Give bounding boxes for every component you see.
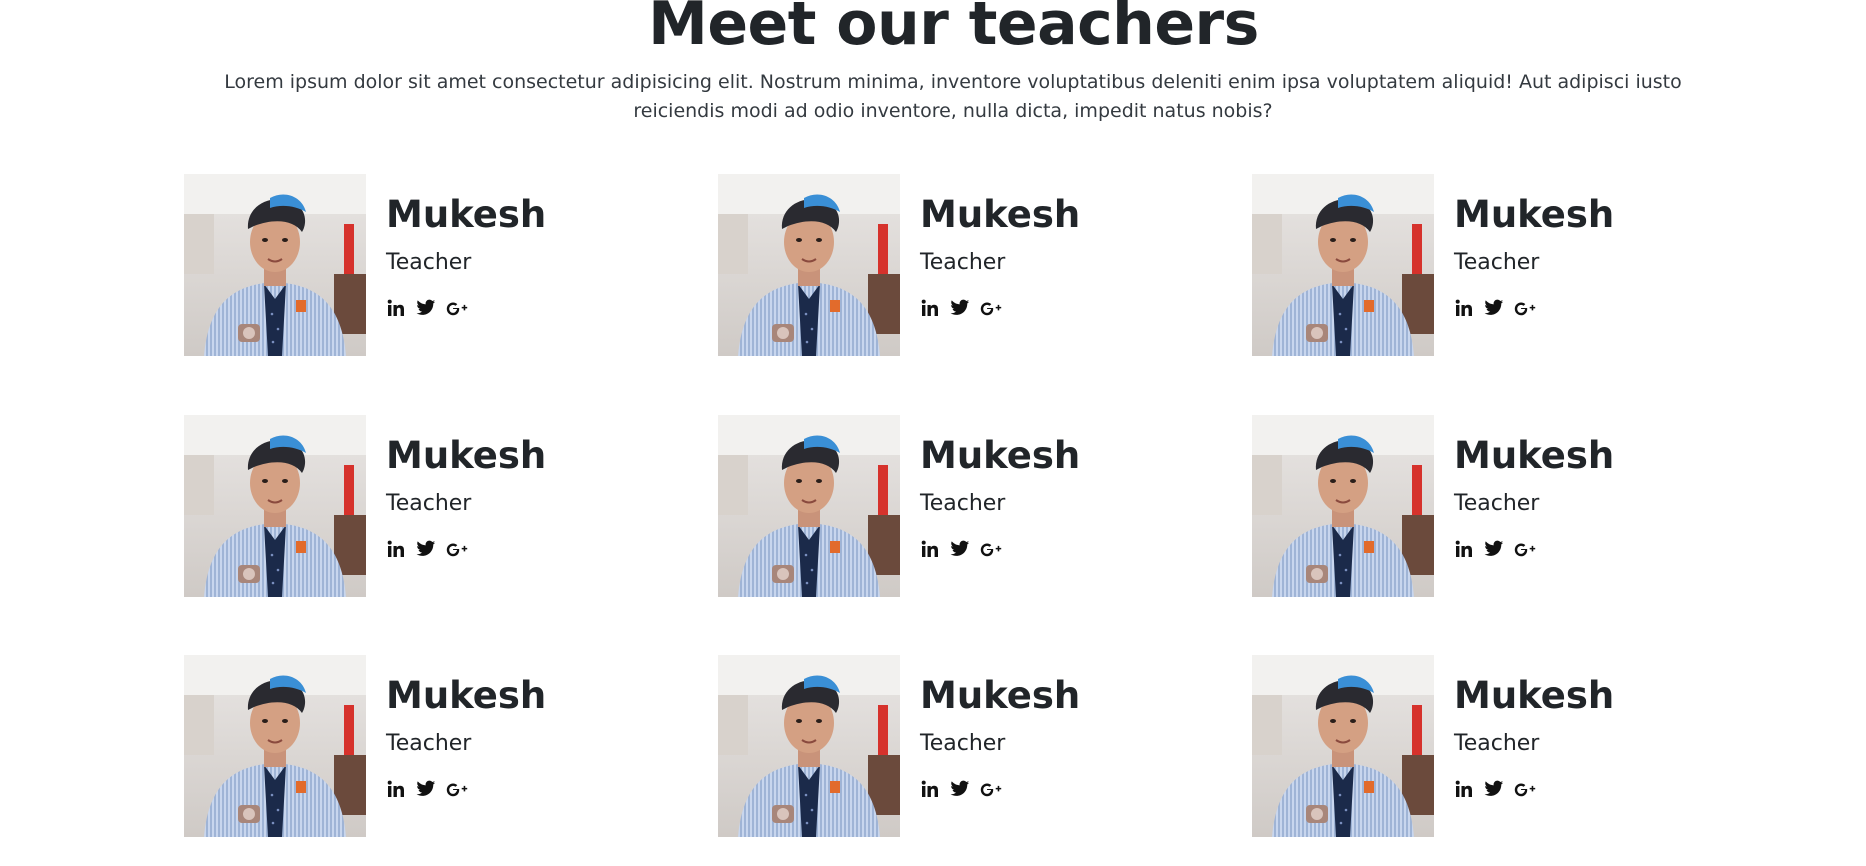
teacher-photo	[1252, 174, 1434, 356]
linkedin-icon[interactable]	[920, 297, 940, 319]
linkedin-icon[interactable]	[386, 778, 406, 800]
twitter-icon[interactable]	[1484, 297, 1504, 319]
twitter-icon[interactable]	[1484, 778, 1504, 800]
teacher-card: Mukesh Teacher	[184, 415, 704, 597]
google-plus-icon[interactable]	[980, 297, 1002, 319]
linkedin-icon[interactable]	[386, 297, 406, 319]
teacher-photo	[1252, 655, 1434, 837]
google-plus-icon[interactable]	[446, 778, 468, 800]
teacher-card: Mukesh Teacher	[184, 655, 704, 837]
twitter-icon[interactable]	[1484, 538, 1504, 560]
teacher-card: Mukesh Teacher	[1252, 655, 1772, 837]
teacher-photo	[718, 415, 900, 597]
teacher-name: Mukesh	[1454, 434, 1615, 477]
social-links	[1454, 537, 1536, 561]
social-links	[386, 777, 468, 801]
social-links	[386, 537, 468, 561]
google-plus-icon[interactable]	[1514, 538, 1536, 560]
social-links	[920, 537, 1002, 561]
teacher-role: Teacher	[1454, 250, 1540, 275]
teacher-name: Mukesh	[920, 193, 1081, 236]
social-links	[1454, 296, 1536, 320]
teacher-photo	[718, 174, 900, 356]
linkedin-icon[interactable]	[1454, 538, 1474, 560]
teacher-card: Mukesh Teacher	[1252, 415, 1772, 597]
twitter-icon[interactable]	[416, 297, 436, 319]
teacher-photo	[184, 415, 366, 597]
teacher-role: Teacher	[386, 731, 472, 756]
linkedin-icon[interactable]	[920, 538, 940, 560]
teacher-role: Teacher	[920, 491, 1006, 516]
teacher-card: Mukesh Teacher	[718, 655, 1238, 837]
twitter-icon[interactable]	[416, 538, 436, 560]
google-plus-icon[interactable]	[446, 297, 468, 319]
linkedin-icon[interactable]	[1454, 778, 1474, 800]
teacher-role: Teacher	[386, 250, 472, 275]
linkedin-icon[interactable]	[920, 778, 940, 800]
teacher-photo	[184, 174, 366, 356]
google-plus-icon[interactable]	[1514, 778, 1536, 800]
teacher-name: Mukesh	[386, 193, 547, 236]
social-links	[920, 296, 1002, 320]
teachers-section: Meet our teachers Lorem ipsum dolor sit …	[0, 0, 1866, 866]
teacher-photo	[718, 655, 900, 837]
linkedin-icon[interactable]	[386, 538, 406, 560]
teacher-name: Mukesh	[1454, 193, 1615, 236]
google-plus-icon[interactable]	[1514, 297, 1536, 319]
teacher-role: Teacher	[920, 731, 1006, 756]
teacher-photo	[184, 655, 366, 837]
social-links	[920, 777, 1002, 801]
google-plus-icon[interactable]	[446, 538, 468, 560]
teacher-role: Teacher	[920, 250, 1006, 275]
teacher-card: Mukesh Teacher	[184, 174, 704, 356]
teacher-role: Teacher	[386, 491, 472, 516]
teacher-role: Teacher	[1454, 731, 1540, 756]
google-plus-icon[interactable]	[980, 538, 1002, 560]
twitter-icon[interactable]	[950, 538, 970, 560]
twitter-icon[interactable]	[950, 297, 970, 319]
teacher-role: Teacher	[1454, 491, 1540, 516]
teacher-name: Mukesh	[1454, 674, 1615, 717]
teacher-card: Mukesh Teacher	[718, 415, 1238, 597]
social-links	[386, 296, 468, 320]
teacher-name: Mukesh	[920, 674, 1081, 717]
teachers-grid: Mukesh Teacher Mukesh Teacher Mukesh Tea…	[0, 0, 1866, 866]
twitter-icon[interactable]	[416, 778, 436, 800]
linkedin-icon[interactable]	[1454, 297, 1474, 319]
teacher-card: Mukesh Teacher	[1252, 174, 1772, 356]
social-links	[1454, 777, 1536, 801]
teacher-photo	[1252, 415, 1434, 597]
twitter-icon[interactable]	[950, 778, 970, 800]
google-plus-icon[interactable]	[980, 778, 1002, 800]
teacher-name: Mukesh	[920, 434, 1081, 477]
teacher-name: Mukesh	[386, 434, 547, 477]
teacher-card: Mukesh Teacher	[718, 174, 1238, 356]
teacher-name: Mukesh	[386, 674, 547, 717]
